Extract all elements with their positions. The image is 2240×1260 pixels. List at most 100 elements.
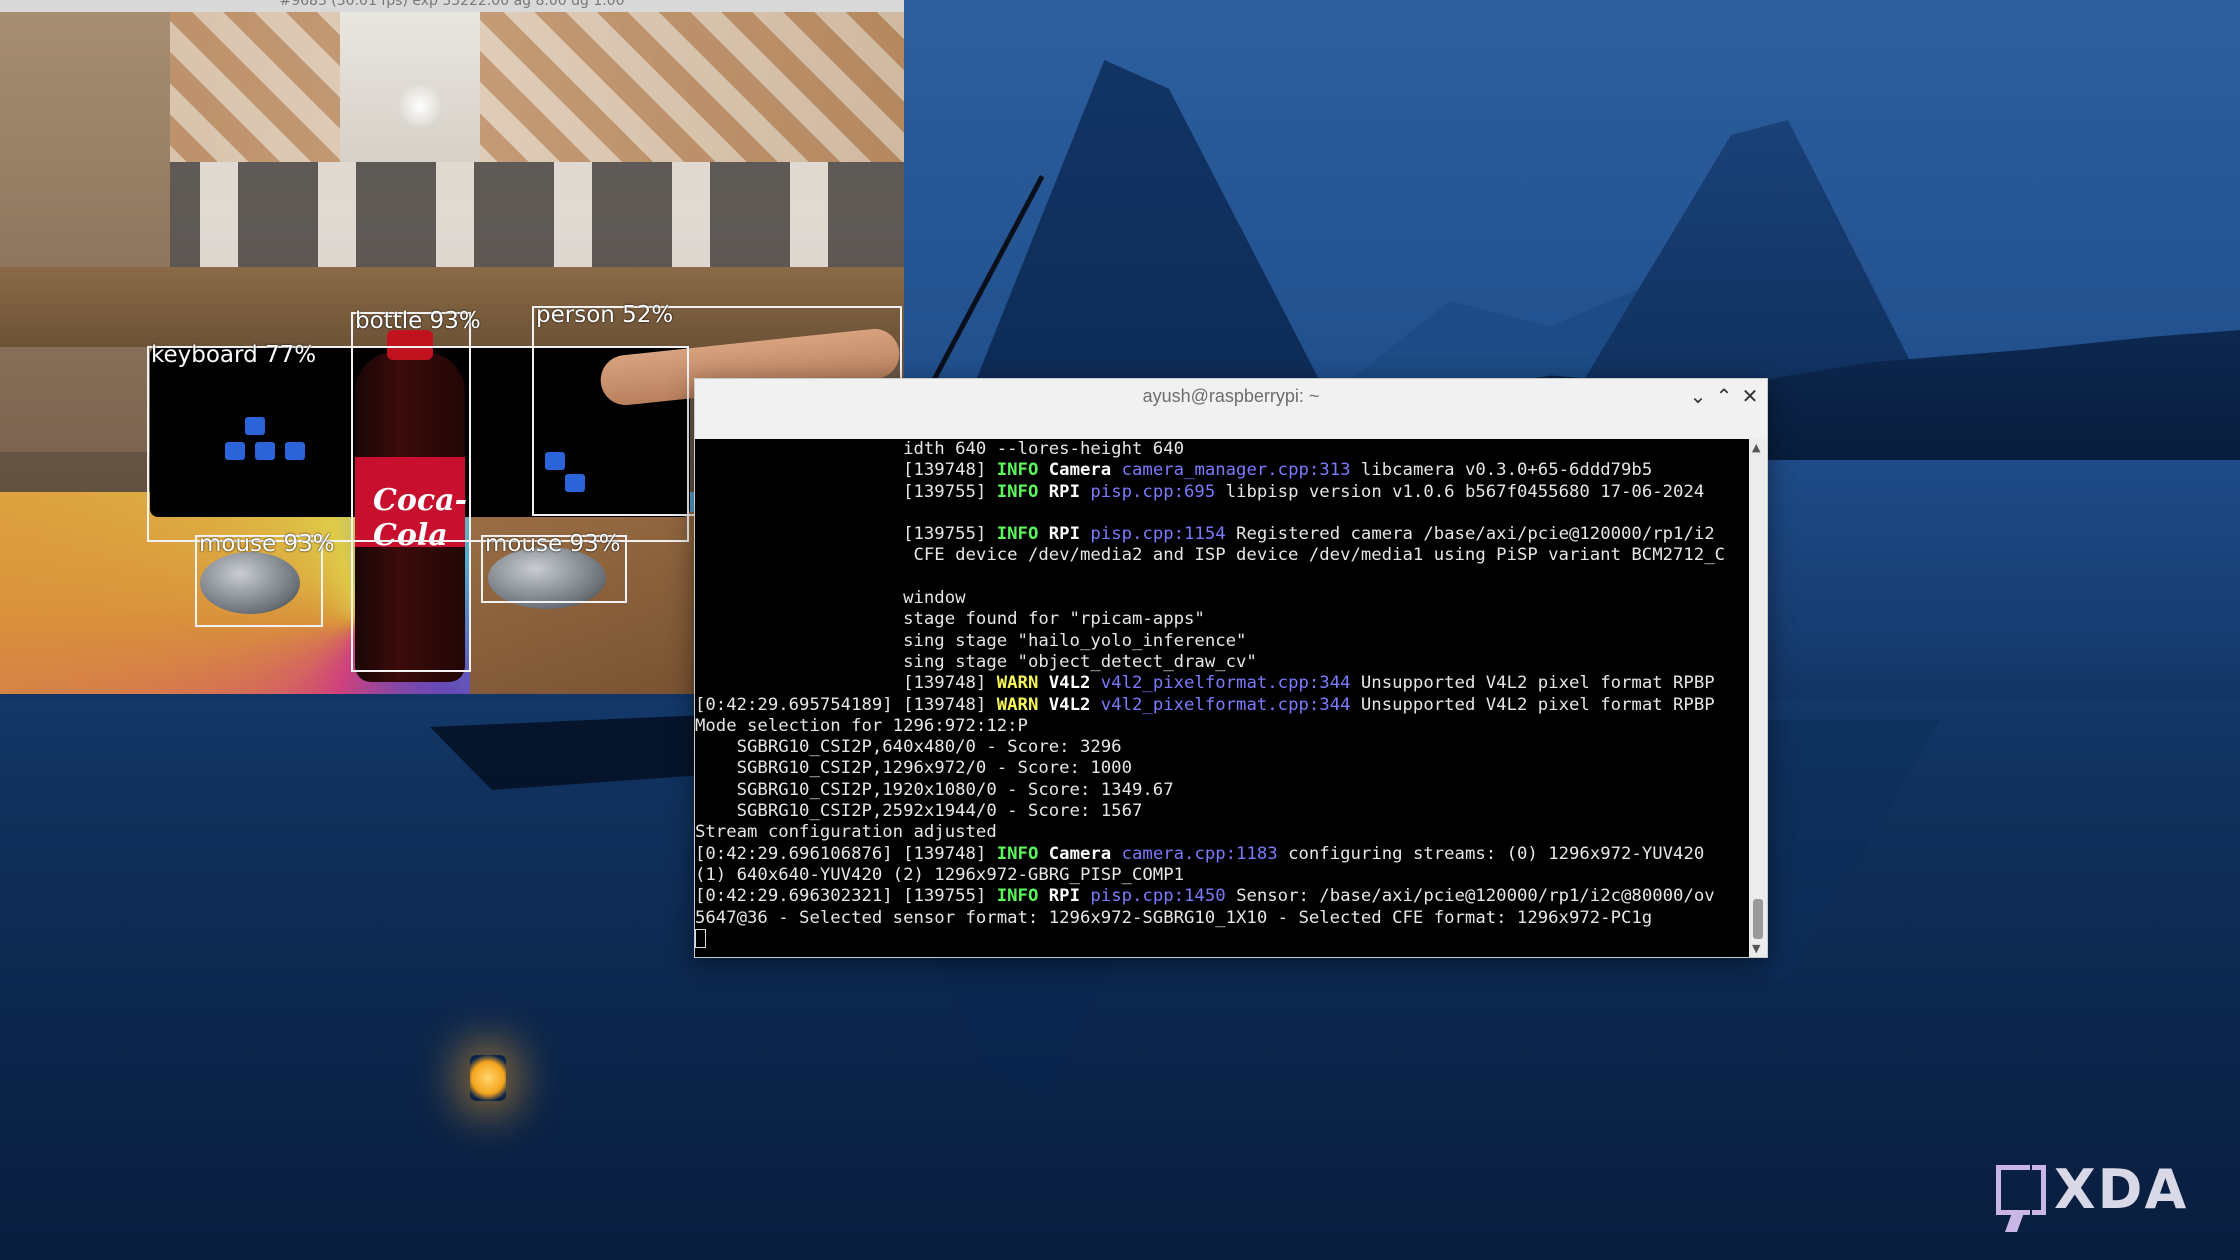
terminal-line: CFE device /dev/media2 and ISP device /d…: [695, 545, 1749, 566]
xda-logo-icon: [1996, 1164, 2030, 1215]
wallpaper-lantern: [470, 1055, 506, 1101]
terminal-pid: [139748]: [903, 673, 987, 694]
terminal-window[interactable]: ayush@raspberrypi: ~ ⌄ ⌃ ✕ idth 640 --lo…: [694, 378, 1768, 958]
terminal-msg: sing stage "object_detect_draw_cv": [903, 651, 1257, 672]
terminal-line: SGBRG10_CSI2P,640x480/0 - Score: 3296: [695, 737, 1749, 758]
terminal-src[interactable]: v4l2_pixelformat.cpp:344: [1101, 695, 1351, 715]
terminal-msg: stage found for "rpicam-apps": [903, 609, 1205, 630]
minimize-icon[interactable]: ⌄: [1685, 383, 1711, 409]
terminal-msg: sing stage "hailo_yolo_inference": [903, 630, 1247, 651]
terminal-titlebar[interactable]: ayush@raspberrypi: ~ ⌄ ⌃ ✕: [695, 379, 1767, 415]
terminal-src[interactable]: camera_manager.cpp:313: [1122, 460, 1351, 480]
terminal-msg: SGBRG10_CSI2P,1296x972/0 - Score: 1000: [695, 758, 1132, 779]
terminal-msg: SGBRG10_CSI2P,1920x1080/0 - Score: 1349.…: [695, 779, 1174, 800]
terminal-msg: idth 640 --lores-height 640: [903, 439, 1185, 459]
terminal-line: window: [695, 588, 1749, 609]
terminal-line: [0:42:29.696302321] [139755] INFO RPI pi…: [695, 886, 1749, 907]
detection-box-mouse-left: mouse 93%: [195, 531, 335, 627]
terminal-line: sing stage "object_detect_draw_cv": [695, 652, 1749, 673]
terminal-module: RPI: [1048, 524, 1080, 545]
terminal-cursor: [695, 929, 706, 949]
terminal-line: [139748] INFO Camera camera_manager.cpp:…: [695, 460, 1749, 481]
terminal-src[interactable]: pisp.cpp:695: [1090, 482, 1215, 502]
terminal-output[interactable]: idth 640 --lores-height 640 [139748] INF…: [695, 439, 1749, 957]
detection-box-mouse-right: mouse 93%: [481, 531, 627, 603]
xda-watermark-text: XDA: [2054, 1158, 2189, 1221]
terminal-msg: Mode selection for 1296:972:12:P: [695, 715, 1028, 736]
terminal-line: [139755] INFO RPI pisp.cpp:695 libpisp v…: [695, 482, 1749, 503]
terminal-module: V4L2: [1048, 694, 1091, 715]
terminal-msg: SGBRG10_CSI2P,2592x1944/0 - Score: 1567: [695, 801, 1143, 822]
maximize-icon[interactable]: ⌃: [1711, 383, 1737, 409]
terminal-lines: idth 640 --lores-height 640 [139748] INF…: [695, 439, 1749, 950]
terminal-msg: CFE device /dev/media2 and ISP device /d…: [903, 545, 1726, 566]
camera-window-title: #9683 (30.01 fps) exp 33222.00 ag 8.00 d…: [279, 0, 625, 9]
terminal-line: [139748] WARN V4L2 v4l2_pixelformat.cpp:…: [695, 673, 1749, 694]
terminal-line: SGBRG10_CSI2P,2592x1944/0 - Score: 1567: [695, 801, 1749, 822]
wall-tiles-birds: [160, 162, 904, 277]
terminal-pid: [139748]: [903, 460, 987, 481]
terminal-line: SGBRG10_CSI2P,1296x972/0 - Score: 1000: [695, 758, 1749, 779]
scroll-up-icon[interactable]: ▲: [1752, 441, 1760, 454]
detection-label: bottle 93%: [355, 308, 481, 334]
terminal-module: Camera: [1048, 843, 1112, 864]
camera-window-titlebar[interactable]: #9683 (30.01 fps) exp 33222.00 ag 8.00 d…: [0, 0, 904, 12]
terminal-msg: libpisp version v1.0.6 b567f0455680 17-0…: [1225, 481, 1705, 502]
terminal-src[interactable]: v4l2_pixelformat.cpp:344: [1101, 673, 1351, 693]
terminal-msg: SGBRG10_CSI2P,640x480/0 - Score: 3296: [695, 737, 1122, 758]
terminal-pid: [139755]: [903, 886, 987, 907]
terminal-line: idth 640 --lores-height 640: [695, 439, 1749, 460]
scroll-down-icon[interactable]: ▼: [1752, 942, 1760, 955]
terminal-prompt[interactable]: [695, 929, 1749, 950]
terminal-module: Camera: [1048, 460, 1112, 481]
terminal-pid: [139748]: [903, 694, 987, 715]
terminal-line: sing stage "hailo_yolo_inference": [695, 631, 1749, 652]
detection-box-bottle: bottle 93%: [351, 308, 481, 672]
terminal-line: Mode selection for 1296:972:12:P: [695, 716, 1749, 737]
detection-label: person 52%: [536, 302, 674, 328]
terminal-msg: Sensor: /base/axi/pcie@120000/rp1/i2c@80…: [1236, 886, 1715, 907]
terminal-src[interactable]: pisp.cpp:1154: [1090, 524, 1225, 544]
left-wall: [0, 12, 170, 452]
terminal-line: stage found for "rpicam-apps": [695, 609, 1749, 630]
terminal-msg: Registered camera /base/axi/pcie@120000/…: [1236, 524, 1715, 545]
terminal-line: SGBRG10_CSI2P,1920x1080/0 - Score: 1349.…: [695, 780, 1749, 801]
terminal-msg: libcamera v0.3.0+65-6ddd79b5: [1360, 460, 1653, 481]
terminal-src[interactable]: pisp.cpp:1450: [1090, 886, 1225, 906]
terminal-src[interactable]: camera.cpp:1183: [1122, 844, 1278, 864]
terminal-module: V4L2: [1048, 673, 1091, 694]
terminal-msg: Stream configuration adjusted: [695, 822, 997, 843]
terminal-msg: (1) 640x640-YUV420 (2) 1296x972-GBRG_PIS…: [695, 864, 1184, 885]
detection-label: mouse 93%: [485, 531, 621, 557]
terminal-level: WARN: [996, 673, 1039, 694]
terminal-line: [0:42:29.696106876] [139748] INFO Camera…: [695, 844, 1749, 865]
terminal-level: INFO: [996, 524, 1039, 545]
terminal-scrollbar[interactable]: ▲ ▼: [1749, 439, 1767, 957]
terminal-ts: [0:42:29.696302321]: [695, 886, 893, 907]
terminal-pid: [139755]: [903, 481, 987, 502]
terminal-level: INFO: [996, 460, 1039, 481]
terminal-pid: [139755]: [903, 524, 987, 545]
terminal-line: 5647@36 - Selected sensor format: 1296x9…: [695, 908, 1749, 929]
terminal-msg: Unsupported V4L2 pixel format RPBP: [1360, 673, 1715, 694]
scroll-thumb[interactable]: [1753, 899, 1763, 939]
terminal-msg: Unsupported V4L2 pixel format RPBP: [1360, 694, 1715, 715]
detection-label: mouse 93%: [199, 531, 335, 557]
close-icon[interactable]: ✕: [1737, 383, 1763, 409]
terminal-menubar: [695, 415, 1767, 437]
terminal-module: RPI: [1048, 886, 1080, 907]
terminal-level: WARN: [996, 694, 1039, 715]
terminal-level: INFO: [996, 481, 1039, 502]
xda-logo-icon-right: [2032, 1164, 2046, 1215]
terminal-level: INFO: [996, 886, 1039, 907]
wallpaper-mountain-left: [960, 60, 1340, 420]
terminal-ts: [0:42:29.695754189]: [695, 694, 893, 715]
xda-watermark: XDA: [1996, 1158, 2188, 1221]
terminal-line: [139755] INFO RPI pisp.cpp:1154 Register…: [695, 524, 1749, 545]
terminal-title: ayush@raspberrypi: ~: [1142, 386, 1320, 406]
terminal-line: Stream configuration adjusted: [695, 822, 1749, 843]
ceiling-light-reflection: [398, 84, 442, 128]
terminal-line: (1) 640x640-YUV420 (2) 1296x972-GBRG_PIS…: [695, 865, 1749, 886]
